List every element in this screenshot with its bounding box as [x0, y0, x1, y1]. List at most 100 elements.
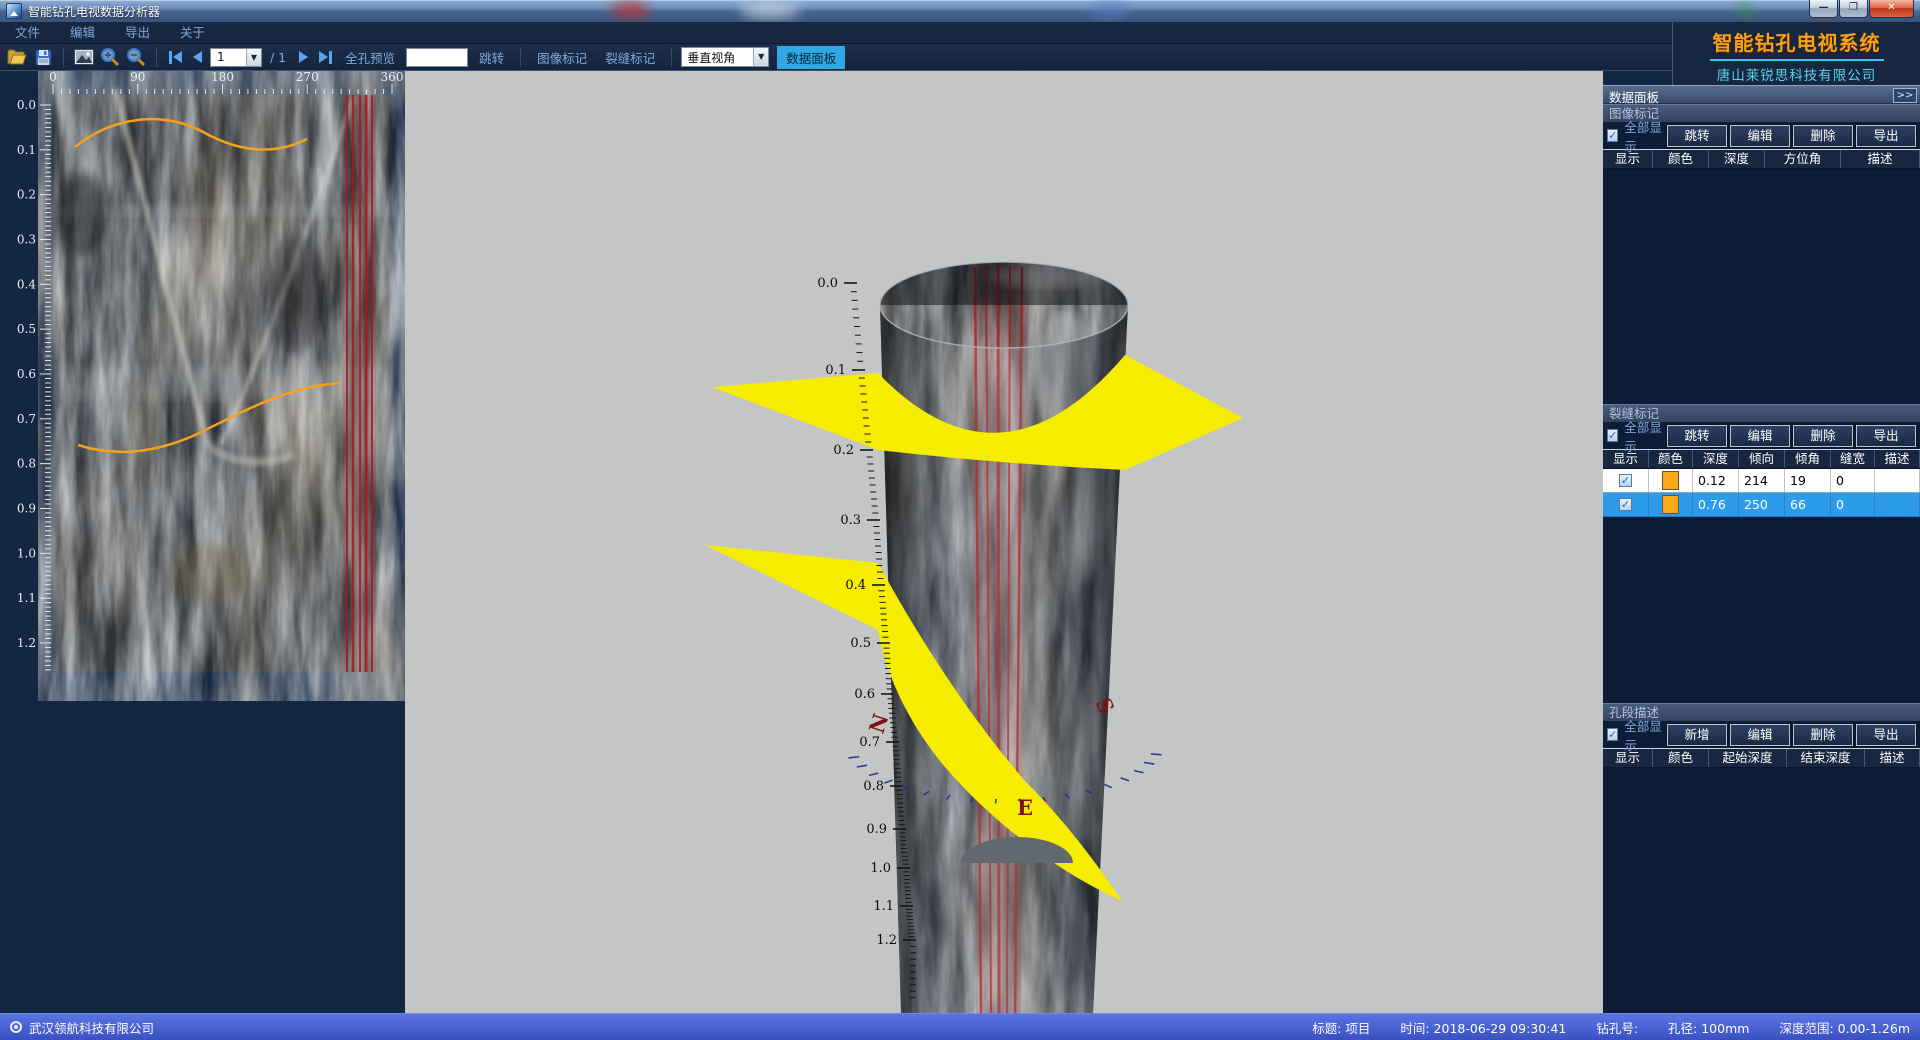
open-file-icon[interactable] [6, 47, 28, 67]
section-button-2[interactable]: 删除 [1793, 125, 1853, 147]
maximize-button[interactable]: ❐ [1839, 0, 1868, 18]
collapse-panel-button[interactable]: >> [1893, 88, 1917, 103]
window-titlebar[interactable]: 智能钻孔电视数据分析器 — ❐ ✕ [0, 0, 1920, 22]
table-cell: 0.12 [1693, 469, 1739, 492]
svg-text:180: 180 [211, 71, 234, 84]
data-panel-toggle-button[interactable]: 数据面板 [777, 46, 845, 69]
section-button-2[interactable]: 删除 [1793, 425, 1853, 447]
svg-text:0.4: 0.4 [17, 277, 36, 291]
column-header[interactable]: 描述 [1841, 150, 1920, 168]
column-header[interactable]: 显示 [1603, 749, 1653, 767]
svg-text:0.9: 0.9 [17, 501, 36, 515]
chevron-down-icon[interactable]: ▼ [246, 49, 261, 66]
next-page-icon[interactable] [294, 48, 312, 66]
column-header[interactable]: 颜色 [1649, 450, 1693, 468]
row-visible-checkbox[interactable]: ✓ [1619, 498, 1632, 511]
first-page-icon[interactable] [166, 48, 184, 66]
section-button-0[interactable]: 跳转 [1667, 425, 1727, 447]
page-number-combobox[interactable]: 1 ▼ [210, 48, 262, 67]
zoom-in-icon[interactable] [99, 47, 121, 67]
app-icon [6, 3, 22, 19]
column-header[interactable]: 显示 [1603, 450, 1649, 468]
last-page-icon[interactable] [316, 48, 334, 66]
view-mode-select[interactable]: 垂直视角 ▼ [681, 47, 769, 67]
chevron-down-icon[interactable]: ▼ [753, 48, 768, 66]
borehole-3d-view[interactable]: 0.00.10.20.30.40.50.60.70.80.91.01.11.2 … [405, 71, 1603, 1013]
svg-text:0: 0 [49, 71, 57, 84]
section-button-3[interactable]: 导出 [1856, 425, 1916, 447]
minimize-button[interactable]: — [1809, 0, 1838, 18]
column-header[interactable]: 颜色 [1653, 749, 1709, 767]
column-header[interactable]: 倾向 [1739, 450, 1785, 468]
save-icon[interactable] [32, 47, 54, 67]
color-swatch[interactable] [1662, 495, 1679, 514]
table-cell: 19 [1785, 469, 1831, 492]
jump-depth-input[interactable] [406, 48, 468, 67]
toolbar-separator [156, 47, 157, 67]
section-button-2[interactable]: 删除 [1793, 724, 1853, 746]
svg-text:0.5: 0.5 [850, 636, 871, 651]
column-header[interactable]: 颜色 [1653, 150, 1709, 168]
show-all-checkbox[interactable]: ✓ [1607, 728, 1618, 741]
crack-mark-button[interactable]: 裂缝标记 [598, 48, 662, 67]
show-all-checkbox[interactable]: ✓ [1607, 129, 1618, 142]
borehole-image[interactable] [55, 89, 393, 672]
section-button-1[interactable]: 编辑 [1730, 724, 1790, 746]
column-header[interactable]: 描述 [1865, 749, 1920, 767]
whole-hole-preview-button[interactable]: 全孔预览 [338, 48, 402, 67]
column-header[interactable]: 结束深度 [1787, 749, 1865, 767]
column-header[interactable]: 倾角 [1785, 450, 1831, 468]
table-row[interactable]: ✓0.12214190 [1603, 469, 1920, 493]
menu-bar: 文件编辑导出关于 [0, 22, 1920, 44]
table-cell: 214 [1739, 469, 1785, 492]
show-all-checkbox[interactable]: ✓ [1607, 429, 1618, 442]
compass-east-label: E [1017, 795, 1033, 820]
column-header[interactable]: 缝宽 [1831, 450, 1875, 468]
section-button-3[interactable]: 导出 [1856, 125, 1916, 147]
section-button-1[interactable]: 编辑 [1730, 425, 1790, 447]
svg-text:1.2: 1.2 [876, 933, 897, 948]
statusbar-field-1: 时间: 2018-06-29 09:30:41 [1400, 1018, 1566, 1037]
zoom-out-icon[interactable] [125, 47, 147, 67]
taskbar-blur-light [740, 2, 800, 18]
svg-text:90: 90 [130, 71, 145, 84]
menu-item-2[interactable]: 导出 [110, 22, 165, 43]
table-cell: 0.76 [1693, 493, 1739, 516]
column-header[interactable]: 描述 [1875, 450, 1920, 468]
page-total-label: / 1 [266, 50, 290, 65]
menu-item-3[interactable]: 关于 [165, 22, 220, 43]
prev-page-icon[interactable] [188, 48, 206, 66]
section-button-3[interactable]: 导出 [1856, 724, 1916, 746]
page-number-value: 1 [211, 50, 246, 64]
column-header[interactable]: 显示 [1603, 150, 1653, 168]
statusbar-field-4: 深度范围: 0.00-1.26m [1779, 1018, 1910, 1037]
borehole-unwrapped-view[interactable]: 0901802703600.00.10.20.30.40.50.60.70.80… [0, 71, 405, 1013]
company-logo-icon [10, 1021, 22, 1033]
image-mark-button[interactable]: 图像标记 [530, 48, 594, 67]
column-header[interactable]: 深度 [1709, 150, 1765, 168]
toolbar: 1 ▼ / 1 全孔预览 跳转 图像标记 裂缝标记 垂直视角 ▼ 数据面板 [0, 44, 1920, 71]
toolbar-separator [63, 47, 64, 67]
close-button[interactable]: ✕ [1869, 0, 1914, 18]
statusbar-field-2: 钻孔号: [1596, 1018, 1638, 1037]
svg-text:1.0: 1.0 [870, 861, 891, 876]
row-visible-checkbox[interactable]: ✓ [1619, 474, 1632, 487]
table-row[interactable]: ✓0.76250660 [1603, 493, 1920, 517]
section-button-1[interactable]: 编辑 [1730, 125, 1790, 147]
jump-button[interactable]: 跳转 [472, 48, 511, 67]
svg-text:0.8: 0.8 [17, 457, 36, 471]
image-view-icon[interactable] [73, 47, 95, 67]
color-swatch[interactable] [1662, 471, 1679, 490]
column-header[interactable]: 方位角 [1765, 150, 1841, 168]
svg-text:1.1: 1.1 [17, 591, 36, 605]
menu-item-0[interactable]: 文件 [0, 22, 55, 43]
section-button-0[interactable]: 跳转 [1667, 125, 1727, 147]
svg-text:0.2: 0.2 [833, 443, 854, 458]
section-button-0[interactable]: 新增 [1667, 724, 1727, 746]
menu-item-1[interactable]: 编辑 [55, 22, 110, 43]
svg-text:1.0: 1.0 [17, 546, 36, 560]
column-header[interactable]: 起始深度 [1709, 749, 1787, 767]
svg-text:360: 360 [381, 71, 404, 84]
column-header[interactable]: 深度 [1693, 450, 1739, 468]
table-cell: 66 [1785, 493, 1831, 516]
